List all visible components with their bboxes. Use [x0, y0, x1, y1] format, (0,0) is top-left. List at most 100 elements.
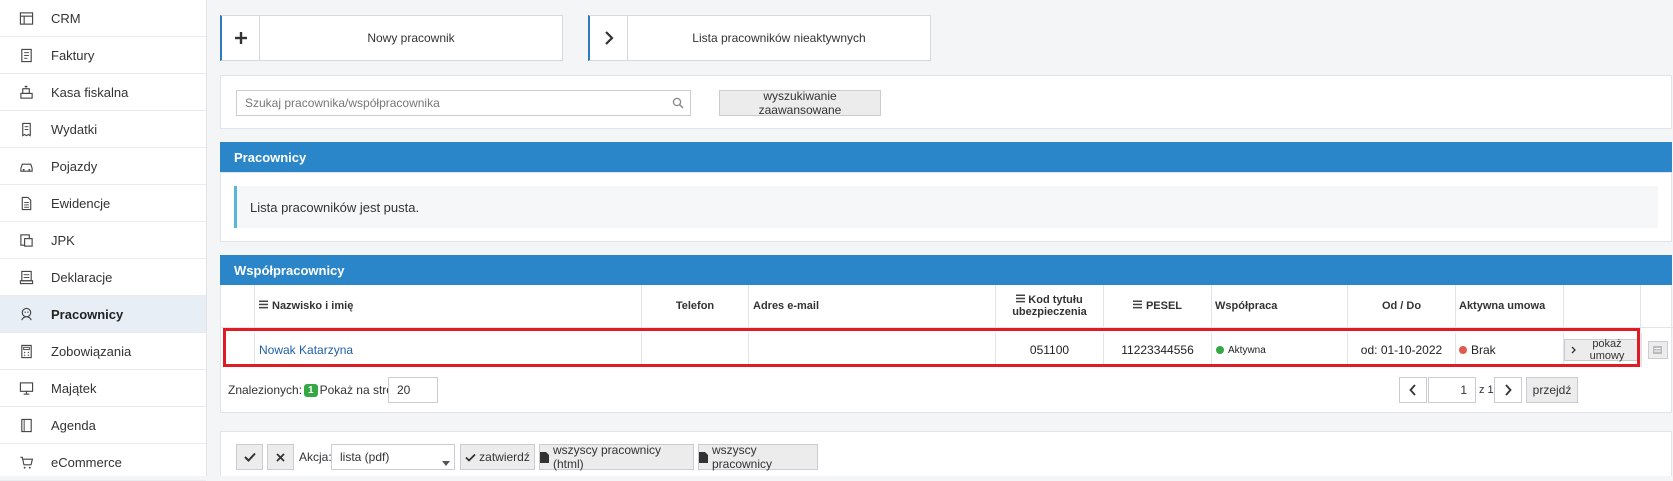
employee-name-link[interactable]: Nowak Katarzyna: [259, 343, 353, 357]
sidebar-item-label: Faktury: [51, 47, 95, 63]
file-icon: [540, 451, 549, 463]
select-all-button[interactable]: [236, 444, 263, 470]
sidebar-item-ewidencje[interactable]: Ewidencje: [0, 185, 206, 222]
chevron-right-icon: [1571, 346, 1577, 354]
sidebar-item-label: Pracownicy: [51, 306, 124, 322]
employees-empty-message: Lista pracowników jest pusta.: [234, 186, 1658, 228]
row-menu-icon[interactable]: [1647, 341, 1668, 359]
sidebar-item-label: eCommerce: [51, 454, 122, 470]
sort-icon: [259, 300, 268, 312]
sidebar-item-deklaracje[interactable]: Deklaracje: [0, 259, 206, 296]
employees-header: Pracownicy: [220, 142, 1672, 172]
page-of-label: z 1: [1479, 384, 1494, 396]
column-header-label: Nazwisko i imię: [272, 300, 354, 312]
bulk-action-bar: Akcja: lista (pdf) zatwierdź wszyscy pra…: [220, 431, 1672, 476]
check-icon: [243, 452, 256, 462]
sidebar-item-crm[interactable]: CRM: [0, 0, 206, 37]
column-header-active-contract: Aktywna umowa: [1455, 285, 1563, 327]
search-input[interactable]: [236, 90, 691, 116]
sidebar-item-label: Agenda: [51, 417, 96, 433]
per-page-input[interactable]: [388, 377, 438, 403]
column-header-actions: [1563, 285, 1671, 327]
advanced-search-button[interactable]: wyszukiwanie zaawansowane: [719, 89, 881, 117]
sort-icon: [1132, 300, 1142, 312]
sidebar-item-kasa-fiskalna[interactable]: Kasa fiskalna: [0, 74, 206, 111]
new-employee-button[interactable]: Nowy pracownik: [220, 15, 563, 61]
sidebar-item-zobowiazania[interactable]: Zobowiązania: [0, 333, 206, 370]
sidebar-item-label: Kasa fiskalna: [51, 84, 129, 100]
employees-panel: Lista pracowników jest pusta.: [220, 172, 1672, 242]
next-page-button[interactable]: [1494, 377, 1522, 403]
found-label: Znalezionych:: [228, 383, 303, 397]
chevron-right-icon: [590, 16, 628, 60]
sidebar-item-label: Pojazdy: [51, 158, 98, 174]
sidebar-item-label: Majątek: [51, 380, 97, 396]
page-number-input[interactable]: [1428, 377, 1476, 403]
sidebar-item-pracownicy[interactable]: Pracownicy: [0, 296, 206, 333]
sidebar: CRM Faktury Kasa fiskalna Wydatki Pojazd…: [0, 0, 207, 481]
sidebar-item-label: Ewidencje: [51, 195, 111, 211]
confirm-button[interactable]: zatwierdź: [460, 444, 535, 470]
deselect-all-button[interactable]: [267, 444, 294, 470]
sidebar-item-label: Deklaracje: [51, 269, 113, 285]
calculator-icon: [18, 343, 34, 359]
show-contracts-label: pokaż umowy: [1589, 338, 1625, 362]
sidebar-item-label: CRM: [51, 10, 81, 26]
show-contracts-button[interactable]: pokaż umowy: [1564, 338, 1640, 362]
from-to-cell: od: 01-10-2022: [1347, 333, 1455, 367]
sidebar-item-ecommerce[interactable]: eCommerce: [0, 444, 206, 481]
file-icon: [699, 451, 708, 463]
sidebar-item-wydatki[interactable]: Wydatki: [0, 111, 206, 148]
chevron-right-icon: [1504, 384, 1512, 396]
cart-icon: [18, 454, 34, 470]
name-cell: Nowak Katarzyna: [254, 333, 641, 367]
inactive-employees-button[interactable]: Lista pracowników nieaktywnych: [588, 15, 931, 61]
active-contract-status: Brak: [1471, 343, 1496, 357]
row-menu-cell: [1641, 333, 1673, 367]
new-employee-label: Nowy pracownik: [367, 31, 455, 45]
row-select-cell: [221, 333, 254, 367]
employees-icon: [18, 306, 34, 322]
column-header-insurance-code[interactable]: Kod tytułu ubezpieczenia: [995, 285, 1103, 327]
go-to-page-button[interactable]: przejdź: [1526, 377, 1578, 403]
sort-icon: [1016, 294, 1026, 306]
actions-cell: pokaż umowy: [1563, 333, 1640, 367]
check-icon: [465, 453, 476, 462]
all-employees-button[interactable]: wszyscy pracownicy: [698, 443, 818, 471]
all-employees-label: wszyscy pracownicy: [712, 443, 773, 471]
active-contract-cell: Brak: [1455, 333, 1563, 367]
monitor-icon: [18, 380, 34, 396]
search-panel: wyszukiwanie zaawansowane: [220, 75, 1672, 129]
column-header-email: Adres e-mail: [748, 285, 995, 327]
table-icon: [18, 10, 34, 26]
column-header-pesel[interactable]: PESEL: [1103, 285, 1211, 327]
column-header-name[interactable]: Nazwisko i imię: [254, 285, 641, 327]
document-icon: [18, 195, 34, 211]
column-header-cooperation: Współpraca: [1211, 285, 1347, 327]
confirm-label: zatwierdź: [479, 450, 530, 464]
column-header-label: ubezpieczenia: [1012, 306, 1087, 318]
pesel-cell: 11223344556: [1103, 333, 1211, 367]
sidebar-item-faktury[interactable]: Faktury: [0, 37, 206, 74]
cooperation-status: Aktywna: [1228, 344, 1266, 356]
all-employees-html-label: wszyscy pracownicy (html): [553, 443, 662, 471]
plus-icon: [222, 16, 260, 60]
coworkers-table: Nazwisko i imię Telefon Adres e-mail Kod…: [220, 285, 1673, 413]
sidebar-item-label: JPK: [51, 232, 75, 248]
sidebar-item-label: Wydatki: [51, 121, 98, 137]
search-icon[interactable]: [672, 97, 686, 111]
all-employees-html-button[interactable]: wszyscy pracownicy (html): [539, 443, 694, 471]
sidebar-item-jpk[interactable]: JPK: [0, 222, 206, 259]
header-divider: [221, 327, 1673, 328]
prev-page-button[interactable]: [1399, 377, 1427, 403]
status-dot-none: [1459, 346, 1467, 354]
sidebar-item-label: Zobowiązania: [51, 343, 132, 359]
action-select[interactable]: lista (pdf): [331, 444, 455, 470]
chevron-left-icon: [1409, 384, 1417, 396]
column-header-phone: Telefon: [641, 285, 748, 327]
declaration-icon: [18, 269, 34, 285]
sidebar-item-majatek[interactable]: Majątek: [0, 370, 206, 407]
found-summary: Znalezionych: 1 Pokaż na stronie:: [228, 383, 412, 397]
sidebar-item-agenda[interactable]: Agenda: [0, 407, 206, 444]
sidebar-item-pojazdy[interactable]: Pojazdy: [0, 148, 206, 185]
